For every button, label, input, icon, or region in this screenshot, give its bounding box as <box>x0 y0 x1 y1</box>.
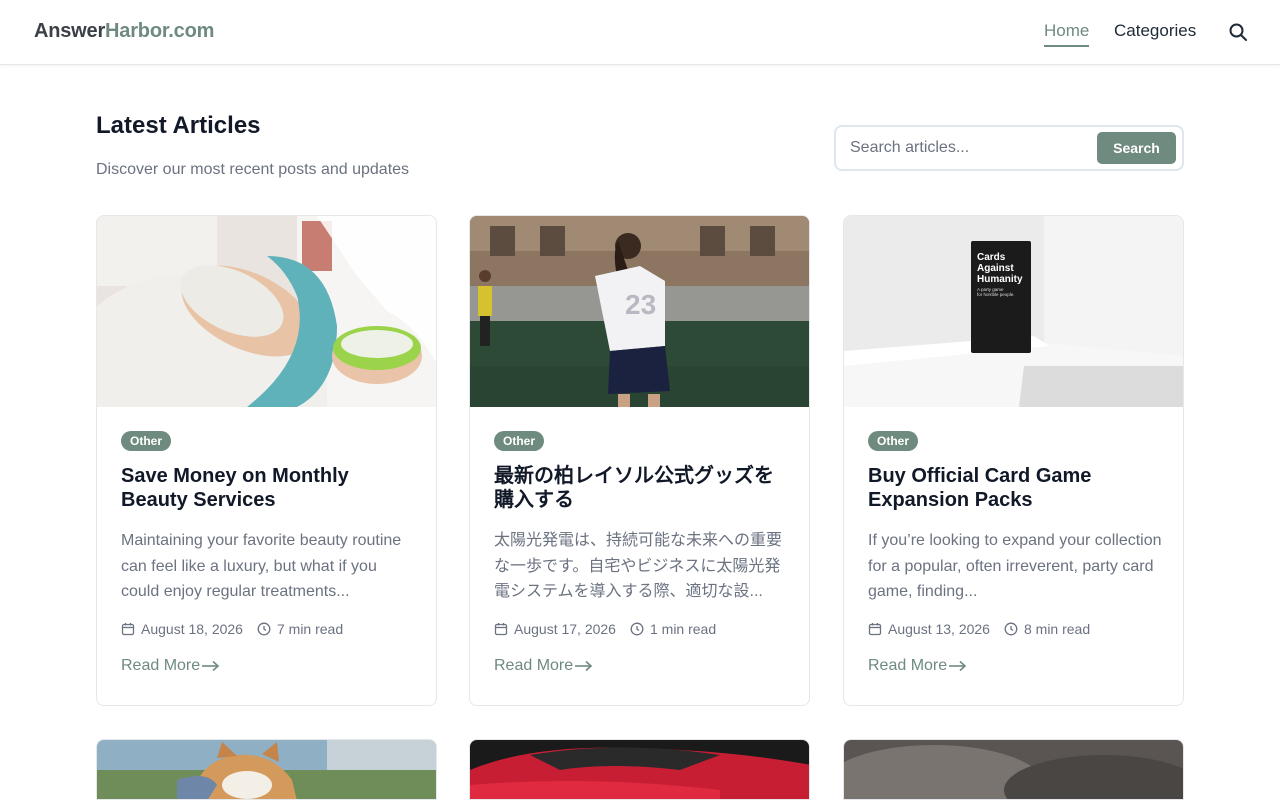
calendar-icon <box>868 623 882 636</box>
read-more-label: Read More <box>868 657 948 674</box>
article-read-time: 8 min read <box>1023 621 1091 637</box>
card-box-text-line1: Cards <box>977 252 1006 263</box>
page-subtitle: Discover our most recent posts and updat… <box>96 161 410 178</box>
category-badge[interactable]: Other <box>868 431 919 451</box>
card-box-text-line2: Against <box>977 263 1014 274</box>
category-badge[interactable]: Other <box>121 431 172 451</box>
calendar-icon <box>494 623 508 636</box>
article-card-partial[interactable] <box>843 739 1184 800</box>
article-image-soccer[interactable]: 23 <box>470 216 809 407</box>
search-icon[interactable] <box>1228 22 1248 42</box>
article-read-time: 7 min read <box>276 621 344 637</box>
read-more-link[interactable]: Read More <box>494 657 593 675</box>
nav-home-link[interactable]: Home <box>1044 21 1090 47</box>
read-more-label: Read More <box>494 657 574 674</box>
article-meta: August 13, 2026 8 min read <box>868 619 1164 639</box>
article-card[interactable]: Other Save Money on Monthly Beauty Servi… <box>96 215 437 706</box>
page-title: Latest Articles <box>96 112 261 139</box>
article-image-facial[interactable] <box>97 216 436 407</box>
article-card-partial[interactable] <box>96 739 437 800</box>
article-title[interactable]: Buy Official Card Game Expansion Packs <box>868 464 1164 512</box>
article-card[interactable]: Cards Against Humanity A party game for … <box>843 215 1184 706</box>
card-box-text-line3: Humanity <box>977 274 1023 285</box>
calendar-icon <box>121 623 135 636</box>
article-read-time: 1 min read <box>649 621 717 637</box>
clock-icon <box>257 622 271 636</box>
nav-categories-link[interactable]: Categories <box>1114 21 1196 41</box>
article-date: August 18, 2026 <box>141 621 243 637</box>
article-meta: August 18, 2026 7 min read <box>121 619 417 639</box>
category-badge[interactable]: Other <box>494 431 545 451</box>
arrow-right-icon <box>202 660 220 672</box>
article-title[interactable]: 最新の柏レイソル公式グッズを購入する <box>494 464 790 512</box>
article-excerpt: If you’re looking to expand your collect… <box>868 532 1162 600</box>
logo-text-answer: Answer <box>34 20 106 42</box>
article-card[interactable]: 23 Other 最新の柏レイソル公式グッズを購入する 太陽光発電は、持続可能な… <box>469 215 810 706</box>
article-card-body: Other Buy Official Card Game Expansion P… <box>868 431 1164 675</box>
read-more-label: Read More <box>121 657 201 674</box>
article-excerpt: Maintaining your favorite beauty routine… <box>121 532 402 600</box>
article-image-dark[interactable] <box>844 740 1184 800</box>
logo-text-harbor: Harbor.com <box>105 20 215 42</box>
article-card-body: Other Save Money on Monthly Beauty Servi… <box>121 431 417 675</box>
site-header: AnswerHarbor.com Home Categories <box>0 0 1280 65</box>
article-search-form: Search <box>834 125 1184 171</box>
article-image-dog[interactable] <box>97 740 437 800</box>
article-title[interactable]: Save Money on Monthly Beauty Services <box>121 464 417 512</box>
read-more-link[interactable]: Read More <box>121 657 220 675</box>
site-logo[interactable]: AnswerHarbor.com <box>34 20 214 43</box>
article-image-card-game[interactable]: Cards Against Humanity A party game for … <box>844 216 1183 407</box>
svg-text:23: 23 <box>625 289 656 320</box>
arrow-right-icon <box>575 660 593 672</box>
clock-icon <box>1004 622 1018 636</box>
article-date: August 17, 2026 <box>514 621 616 637</box>
article-card-partial[interactable] <box>469 739 810 800</box>
search-button[interactable]: Search <box>1097 132 1176 164</box>
article-excerpt: 太陽光発電は、持続可能な未来への重要な一歩です。自宅やビジネスに太陽光発電システ… <box>494 532 783 600</box>
search-input[interactable] <box>850 136 1080 160</box>
article-image-car[interactable] <box>470 740 810 800</box>
clock-icon <box>630 622 644 636</box>
arrow-right-icon <box>949 660 967 672</box>
card-box-tagline2: for horrible people. <box>977 292 1015 297</box>
article-date: August 13, 2026 <box>888 621 990 637</box>
read-more-link[interactable]: Read More <box>868 657 967 675</box>
article-meta: August 17, 2026 1 min read <box>494 619 790 639</box>
article-card-body: Other 最新の柏レイソル公式グッズを購入する 太陽光発電は、持続可能な未来へ… <box>494 431 790 675</box>
